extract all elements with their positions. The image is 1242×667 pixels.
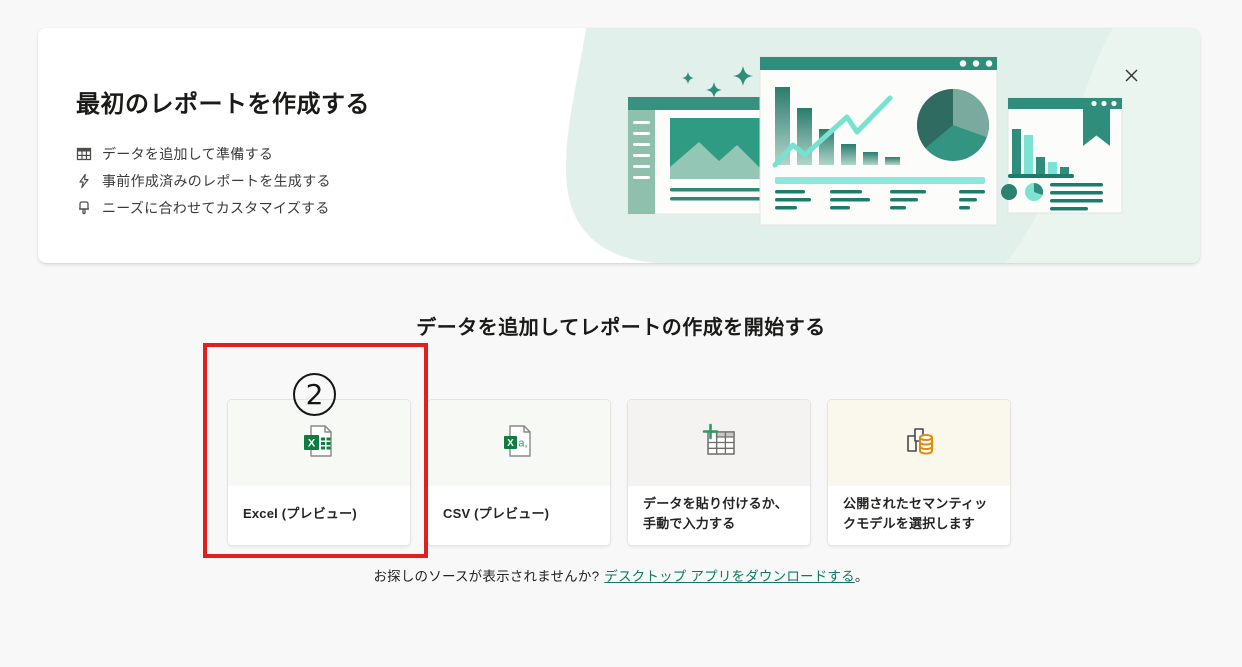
illustration-left-window: [628, 97, 761, 214]
bullet-label: データを追加して準備する: [102, 144, 273, 164]
excel-file-icon: X: [299, 421, 339, 466]
csv-file-icon: X a,: [499, 421, 539, 466]
card-semantic-model[interactable]: 公開されたセマンティックモデルを選択します: [828, 400, 1010, 545]
sparkle-icon: [682, 72, 694, 84]
sparkle-icon: [733, 66, 753, 86]
download-desktop-app-link[interactable]: デスクトップ アプリをダウンロードする: [604, 569, 855, 584]
data-source-cards: X Excel (プレビュー) X a,: [228, 400, 1010, 545]
footer-suffix: 。: [855, 569, 869, 584]
card-paste-data[interactable]: データを貼り付けるか、手動で入力する: [628, 400, 810, 545]
canvas: 最初のレポートを作成する データを追加して準備する: [0, 0, 1242, 667]
pin-customize-icon: [76, 199, 93, 216]
first-report-banner: 最初のレポートを作成する データを追加して準備する: [38, 28, 1200, 263]
card-csv[interactable]: X a, CSV (プレビュー): [428, 400, 610, 545]
card-label: 公開されたセマンティックモデルを選択します: [843, 494, 995, 533]
paste-table-icon: [699, 421, 739, 466]
card-excel[interactable]: X Excel (プレビュー): [228, 400, 410, 545]
card-label: データを貼り付けるか、手動で入力する: [643, 494, 795, 533]
sources-footer: お探しのソースが表示されませんか? デスクトップ アプリをダウンロードする。: [0, 565, 1242, 585]
semantic-model-icon: [897, 419, 941, 468]
svg-text:X: X: [507, 438, 514, 449]
bullet-label: ニーズに合わせてカスタマイズする: [102, 198, 330, 218]
bullet-generate-report: 事前作成済みのレポートを生成する: [76, 167, 331, 194]
svg-text:a,: a,: [518, 437, 527, 449]
banner-bullet-list: データを追加して準備する 事前作成済みのレポートを生成する: [76, 140, 331, 221]
sparkle-icon: [706, 82, 722, 98]
table-grid-icon: [76, 145, 93, 162]
bullet-label: 事前作成済みのレポートを生成する: [102, 171, 331, 191]
illustration-right-window: [1001, 98, 1122, 213]
bookmark-icon: [1083, 108, 1110, 146]
card-label: Excel (プレビュー): [243, 504, 357, 524]
close-icon[interactable]: [1120, 64, 1142, 86]
footer-prompt: お探しのソースが表示されませんか?: [373, 569, 599, 584]
banner-title: 最初のレポートを作成する: [76, 84, 370, 119]
illustration-main-dashboard: [760, 57, 997, 225]
bullet-customize: ニーズに合わせてカスタマイズする: [76, 194, 331, 221]
bullet-add-data: データを追加して準備する: [76, 140, 331, 167]
card-label: CSV (プレビュー): [443, 504, 549, 524]
section-heading: データを追加してレポートの作成を開始する: [0, 311, 1242, 340]
svg-text:X: X: [308, 437, 316, 449]
lightning-icon: [76, 172, 93, 189]
